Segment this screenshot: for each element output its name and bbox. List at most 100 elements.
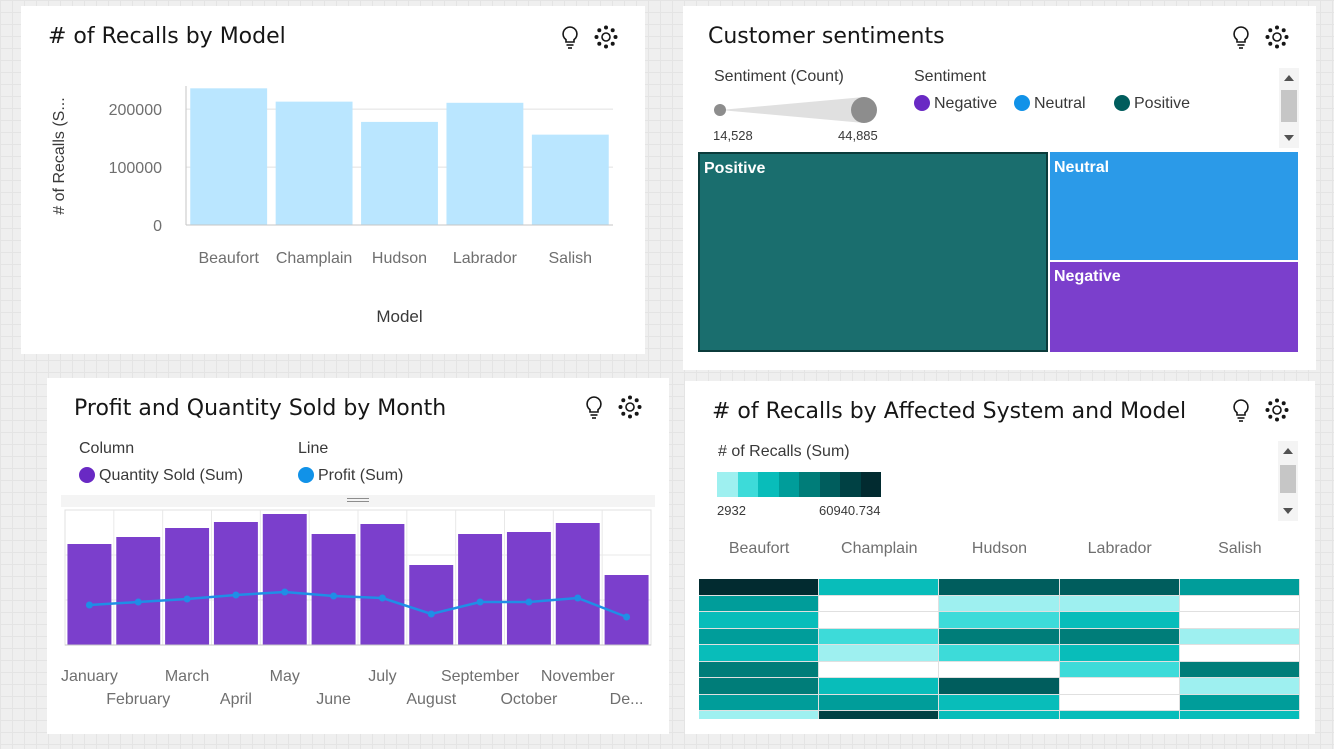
heatmap-cell[interactable] [1179, 694, 1299, 710]
heatmap-cell[interactable] [699, 645, 819, 661]
legend-swatch [1114, 95, 1130, 111]
bar[interactable] [262, 514, 307, 645]
insights-icon[interactable] [1264, 24, 1290, 50]
lightbulb-icon[interactable] [1228, 24, 1254, 50]
heatmap-cell[interactable] [1059, 661, 1179, 677]
heatmap-cell[interactable] [1059, 645, 1179, 661]
heatmap-cell[interactable] [1059, 711, 1179, 719]
bar[interactable] [506, 532, 551, 645]
heatmap-cell[interactable] [1179, 595, 1299, 611]
bar[interactable] [531, 134, 609, 225]
heatmap-cell[interactable] [699, 711, 819, 719]
heatmap-cell[interactable] [699, 612, 819, 628]
heatmap-cell[interactable] [819, 595, 939, 611]
insights-icon[interactable] [1264, 397, 1290, 423]
treemap-negative[interactable]: Negative [1050, 262, 1298, 352]
line-point[interactable] [281, 588, 289, 596]
bar[interactable] [311, 534, 356, 645]
heatmap-cell[interactable] [939, 678, 1059, 694]
scroll-up-icon[interactable] [1278, 443, 1298, 459]
heatmap-cell[interactable] [1059, 678, 1179, 694]
heatmap-cell[interactable] [819, 694, 939, 710]
heatmap-cell[interactable] [699, 694, 819, 710]
heatmap-cell[interactable] [1179, 612, 1299, 628]
heatmap-cell[interactable] [699, 579, 819, 595]
heatmap-cell[interactable] [699, 595, 819, 611]
heatmap-cell[interactable] [939, 612, 1059, 628]
heatmap-cell[interactable] [939, 628, 1059, 644]
line-point[interactable] [134, 598, 142, 606]
line-point[interactable] [232, 591, 240, 599]
heatmap-cell[interactable] [819, 678, 939, 694]
heatmap-cell[interactable] [939, 661, 1059, 677]
heatmap-cell[interactable] [1059, 612, 1179, 628]
bar[interactable] [190, 88, 268, 225]
line-point[interactable] [427, 610, 435, 618]
heatmap-column-header: Beaufort [728, 540, 790, 557]
bar[interactable] [116, 537, 161, 645]
treemap-positive[interactable]: Positive [698, 152, 1048, 352]
scrollbar-thumb[interactable] [1280, 465, 1296, 493]
heatmap-cell[interactable] [939, 645, 1059, 661]
line-point[interactable] [378, 594, 386, 602]
heatmap-cell[interactable] [1179, 579, 1299, 595]
line-point[interactable] [183, 595, 191, 603]
scroll-down-icon[interactable] [1278, 503, 1298, 519]
scroll-down-icon[interactable] [1279, 130, 1299, 146]
bar[interactable] [360, 524, 405, 645]
heatmap-cell[interactable] [1179, 628, 1299, 644]
heatmap-cell[interactable] [939, 711, 1059, 719]
heatmap-cell[interactable] [819, 645, 939, 661]
line-point[interactable] [476, 598, 484, 606]
treemap-neutral[interactable]: Neutral [1050, 152, 1298, 260]
heatmap-cell[interactable] [819, 661, 939, 677]
bar[interactable] [275, 101, 353, 225]
bar[interactable] [67, 544, 112, 645]
heatmap-cell[interactable] [939, 595, 1059, 611]
legend-item-negative[interactable]: Negative [914, 95, 997, 113]
heatmap-cell[interactable] [1059, 579, 1179, 595]
heatmap-cell[interactable] [939, 694, 1059, 710]
x-tick-label: July [368, 668, 396, 685]
legend-item-neutral[interactable]: Neutral [1014, 95, 1086, 113]
panel-title: # of Recalls by Affected System and Mode… [712, 399, 1187, 424]
line-point[interactable] [85, 601, 93, 609]
line-point[interactable] [330, 592, 338, 600]
x-tick-label: January [61, 668, 118, 685]
heatmap-cell[interactable] [1179, 711, 1299, 719]
bar[interactable] [361, 121, 438, 225]
heatmap-cell[interactable] [699, 661, 819, 677]
legend-scrollbar[interactable] [1279, 68, 1299, 148]
line-point[interactable] [623, 613, 631, 621]
heatmap-cell[interactable] [1059, 595, 1179, 611]
line-point[interactable] [525, 598, 533, 606]
heatmap-cell[interactable] [819, 579, 939, 595]
bar[interactable] [165, 528, 210, 645]
y-tick-label: 0 [153, 218, 162, 235]
heatmap-cell[interactable] [1059, 694, 1179, 710]
bar[interactable] [446, 102, 524, 225]
scroll-up-icon[interactable] [1279, 70, 1299, 86]
heatmap-cell[interactable] [1179, 678, 1299, 694]
recalls-by-model-panel: # of Recalls by Model 0 100000 200000 Beauf… [21, 6, 645, 354]
bar[interactable] [213, 522, 258, 645]
heatmap-cell[interactable] [1179, 661, 1299, 677]
bar[interactable] [409, 565, 454, 645]
lightbulb-icon[interactable] [1228, 397, 1254, 423]
heatmap-cell[interactable] [819, 711, 939, 719]
heatmap-cell[interactable] [819, 628, 939, 644]
line-point[interactable] [574, 594, 582, 602]
heatmap-cell[interactable] [699, 678, 819, 694]
legend-scrollbar[interactable] [1278, 441, 1298, 521]
heatmap-cell[interactable] [1059, 628, 1179, 644]
heatmap-cell[interactable] [699, 628, 819, 644]
scrollbar-thumb[interactable] [1281, 90, 1297, 122]
legend-item-positive[interactable]: Positive [1114, 95, 1190, 113]
heatmap-column-header: Hudson [971, 540, 1028, 557]
heatmap-cell[interactable] [819, 612, 939, 628]
bar[interactable] [458, 534, 503, 645]
heatmap-cell[interactable] [1179, 645, 1299, 661]
legend-label: Negative [934, 95, 998, 112]
heatmap-cell[interactable] [939, 579, 1059, 595]
bar[interactable] [555, 523, 600, 645]
